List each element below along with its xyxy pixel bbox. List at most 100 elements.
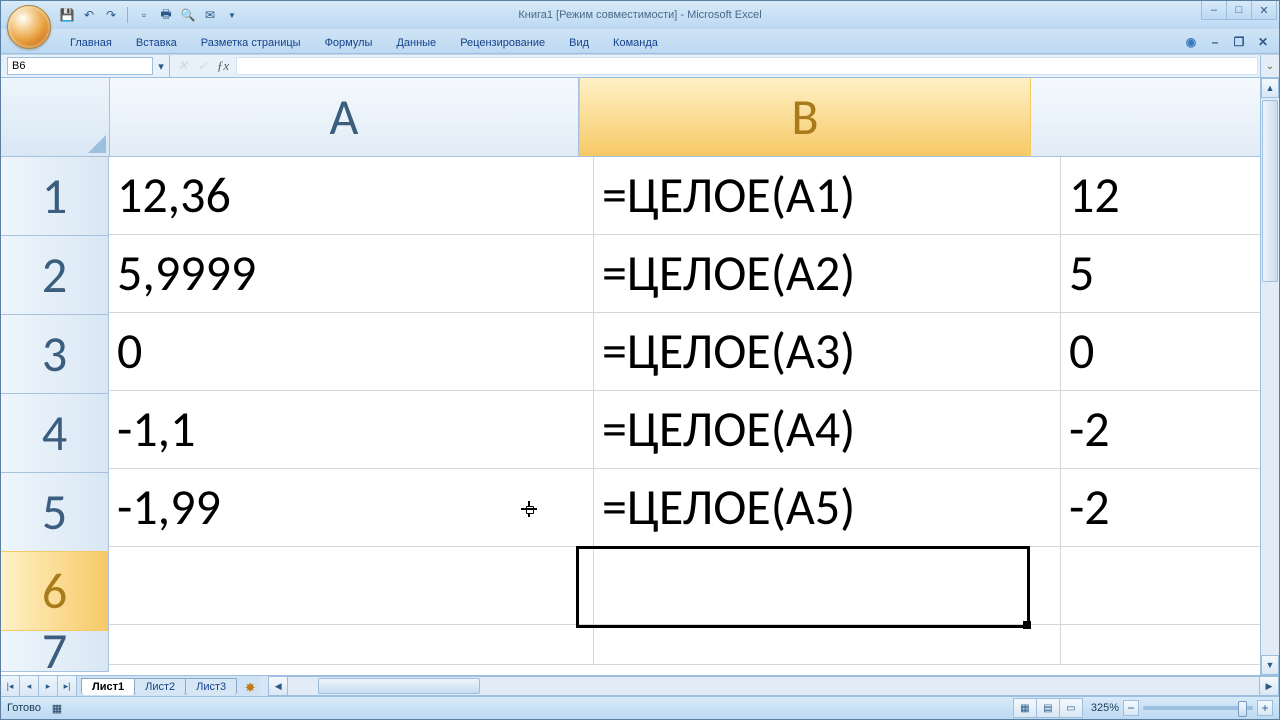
column-header-c[interactable] (1031, 78, 1279, 156)
name-box-dropdown-icon[interactable]: ▾ (153, 58, 169, 74)
worksheet-grid: A B 1 2 3 4 5 6 7 12,36 =ЦЕЛОЕ(A1) 12 (1, 78, 1279, 675)
sheet-tab-3[interactable]: Лист3 (185, 678, 237, 695)
ribbon-controls: ◉ – ❐ ✕ (1181, 32, 1273, 52)
cell-c2[interactable]: 5 (1061, 235, 1279, 313)
scroll-right-icon[interactable]: ▶ (1259, 676, 1279, 696)
tab-formulas[interactable]: Формулы (314, 32, 384, 53)
vscroll-thumb[interactable] (1262, 100, 1278, 282)
macro-record-icon[interactable]: ▦ (49, 700, 65, 716)
cell-b4[interactable]: =ЦЕЛОЕ(A4) (594, 391, 1061, 469)
hscroll-thumb[interactable] (318, 678, 480, 694)
cell-a7[interactable] (109, 625, 594, 665)
zoom-slider-knob[interactable] (1238, 701, 1247, 717)
help-icon[interactable]: ◉ (1181, 32, 1201, 52)
redo-icon[interactable]: ↷ (103, 7, 119, 23)
column-header-a[interactable]: A (110, 78, 579, 156)
cell-b3[interactable]: =ЦЕЛОЕ(A3) (594, 313, 1061, 391)
tab-view[interactable]: Вид (558, 32, 600, 53)
tab-team[interactable]: Команда (602, 32, 669, 53)
row-header-2[interactable]: 2 (1, 236, 109, 315)
row-5: -1,99 =ЦЕЛОЕ(A5) -2 (109, 469, 1279, 547)
enter-formula-icon[interactable]: ✓ (194, 57, 212, 75)
row-header-5[interactable]: 5 (1, 473, 109, 552)
cell-c3[interactable]: 0 (1061, 313, 1279, 391)
office-button[interactable] (7, 5, 51, 49)
horizontal-scrollbar[interactable]: ◀ ▶ (268, 676, 1279, 696)
new-icon[interactable]: ▫ (136, 7, 152, 23)
tab-review[interactable]: Рецензирование (449, 32, 556, 53)
email-icon[interactable]: ✉ (202, 7, 218, 23)
cell-b5[interactable]: =ЦЕЛОЕ(A5) (594, 469, 1061, 547)
tab-home[interactable]: Главная (59, 32, 123, 53)
scroll-left-icon[interactable]: ◀ (268, 676, 288, 696)
cell-b7[interactable] (594, 625, 1061, 665)
scroll-up-icon[interactable]: ▲ (1261, 78, 1279, 98)
tab-page-layout[interactable]: Разметка страницы (190, 32, 312, 53)
cell-a5[interactable]: -1,99 (109, 469, 594, 547)
cell-c1[interactable]: 12 (1061, 157, 1279, 235)
cancel-formula-icon[interactable]: ✕ (174, 57, 192, 75)
cell-a1[interactable]: 12,36 (109, 157, 594, 235)
sheet-tab-2[interactable]: Лист2 (134, 678, 186, 695)
workbook-restore-button[interactable]: ❐ (1229, 32, 1249, 52)
cell-c4[interactable]: -2 (1061, 391, 1279, 469)
zoom-in-icon[interactable]: + (1257, 700, 1273, 716)
cell-c5[interactable]: -2 (1061, 469, 1279, 547)
prev-sheet-icon[interactable]: ◂ (20, 676, 39, 696)
status-ready: Готово (7, 702, 41, 714)
first-sheet-icon[interactable]: |◂ (1, 676, 20, 696)
close-button[interactable]: ✕ (1251, 1, 1277, 20)
last-sheet-icon[interactable]: ▸| (58, 676, 77, 696)
tab-insert[interactable]: Вставка (125, 32, 188, 53)
row-header-7[interactable]: 7 (1, 631, 109, 672)
page-break-view-icon[interactable]: ▭ (1059, 698, 1083, 718)
cell-b6[interactable] (594, 547, 1061, 625)
quick-print-icon[interactable]: 🖶 (158, 7, 174, 23)
column-header-b[interactable]: B (579, 78, 1031, 156)
formula-bar-expand-icon[interactable]: ⌄ (1260, 55, 1279, 77)
maximize-button[interactable]: □ (1226, 1, 1252, 20)
scroll-down-icon[interactable]: ▼ (1261, 655, 1279, 675)
row-3: 0 =ЦЕЛОЕ(A3) 0 (109, 313, 1279, 391)
print-preview-icon[interactable]: 🔍 (180, 7, 196, 23)
cells-region[interactable]: 12,36 =ЦЕЛОЕ(A1) 12 5,9999 =ЦЕЛОЕ(A2) 5 … (109, 157, 1279, 675)
cell-b1[interactable]: =ЦЕЛОЕ(A1) (594, 157, 1061, 235)
zoom-level[interactable]: 325% (1091, 702, 1119, 714)
status-bar: Готово ▦ ▦ ▤ ▭ 325% − + (1, 696, 1279, 719)
vertical-scrollbar[interactable]: ▲ ▼ (1260, 78, 1279, 675)
zoom-slider[interactable] (1143, 706, 1253, 710)
cell-a4[interactable]: -1,1 (109, 391, 594, 469)
ribbon-minimize-button[interactable]: – (1205, 32, 1225, 52)
cell-b2[interactable]: =ЦЕЛОЕ(A2) (594, 235, 1061, 313)
cell-c7[interactable] (1061, 625, 1279, 665)
vscroll-track[interactable] (1261, 98, 1279, 655)
row-header-6[interactable]: 6 (1, 551, 109, 631)
tab-data[interactable]: Данные (385, 32, 447, 53)
cell-a3[interactable]: 0 (109, 313, 594, 391)
cell-a2[interactable]: 5,9999 (109, 235, 594, 313)
next-sheet-icon[interactable]: ▸ (39, 676, 58, 696)
row-7 (109, 625, 1279, 665)
qat-dropdown-icon[interactable]: ▼ (224, 7, 240, 23)
row-header-3[interactable]: 3 (1, 315, 109, 394)
row-header-4[interactable]: 4 (1, 394, 109, 473)
page-layout-view-icon[interactable]: ▤ (1036, 698, 1060, 718)
minimize-button[interactable]: – (1201, 1, 1227, 20)
cell-a6[interactable] (109, 547, 594, 625)
formula-buttons: ✕ ✓ ƒx (170, 57, 236, 75)
row-4: -1,1 =ЦЕЛОЕ(A4) -2 (109, 391, 1279, 469)
workbook-close-button[interactable]: ✕ (1253, 32, 1273, 52)
normal-view-icon[interactable]: ▦ (1013, 698, 1037, 718)
zoom-out-icon[interactable]: − (1123, 700, 1139, 716)
fx-icon[interactable]: ƒx (214, 57, 232, 75)
undo-icon[interactable]: ↶ (81, 7, 97, 23)
select-all-corner[interactable] (1, 78, 110, 156)
save-icon[interactable]: 💾 (59, 7, 75, 23)
sheet-tab-1[interactable]: Лист1 (81, 678, 135, 695)
hscroll-track[interactable] (288, 676, 1259, 696)
name-box[interactable]: B6 (7, 57, 153, 75)
row-header-1[interactable]: 1 (1, 157, 109, 236)
new-sheet-icon[interactable]: ✸ (240, 680, 260, 696)
formula-input[interactable] (236, 57, 1258, 75)
cell-c6[interactable] (1061, 547, 1279, 625)
